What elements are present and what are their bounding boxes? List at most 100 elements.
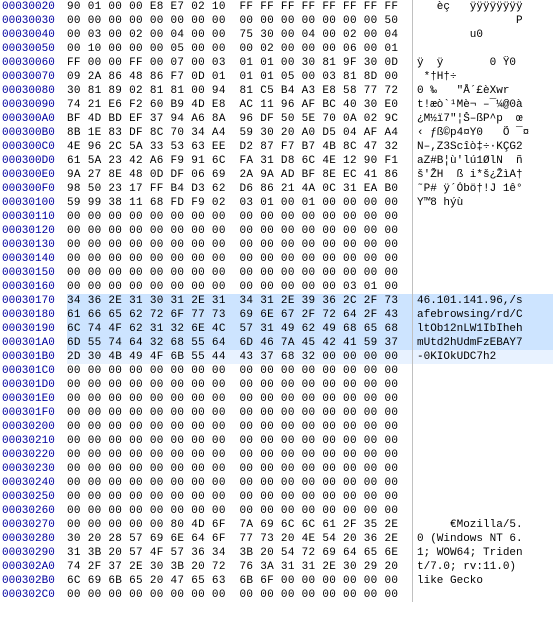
hex-cell[interactable]: 00 00 00 00 00 00 00 00 00 00 00 00 00 0… <box>67 434 412 448</box>
ascii-cell[interactable]: aZ#B¦ù'lú1ØlN ñ <box>412 154 553 168</box>
hex-row[interactable]: 0003011000 00 00 00 00 00 00 00 00 00 00… <box>0 210 553 224</box>
ascii-cell[interactable]: ‹ ƒß©p4¤Y0 Õ ¯¤ <box>412 126 553 140</box>
ascii-cell[interactable] <box>412 490 553 504</box>
hex-cell[interactable]: 00 00 00 00 00 00 00 00 00 00 00 00 00 0… <box>67 14 412 28</box>
ascii-cell[interactable] <box>412 238 553 252</box>
ascii-cell[interactable]: *†H†÷ <box>412 70 553 84</box>
hex-cell[interactable]: 74 2F 37 2E 30 3B 20 72 76 3A 31 31 2E 3… <box>67 560 412 574</box>
hex-row[interactable]: 0003026000 00 00 00 00 00 00 00 00 00 00… <box>0 504 553 518</box>
hex-row[interactable]: 0003016000 00 00 00 00 00 00 00 00 00 00… <box>0 280 553 294</box>
hex-cell[interactable]: 59 99 38 11 68 FD F9 02 03 01 00 01 00 0… <box>67 196 412 210</box>
hex-row[interactable]: 0003029031 3B 20 57 4F 57 36 34 3B 20 54… <box>0 546 553 560</box>
ascii-cell[interactable]: t!æò`¹Mè¬ –¯¼@0à <box>412 98 553 112</box>
hex-row[interactable]: 0003007009 2A 86 48 86 F7 0D 01 01 01 05… <box>0 70 553 84</box>
ascii-cell[interactable] <box>412 406 553 420</box>
ascii-cell[interactable]: ÿ ÿ 0 Ÿ0 <box>412 56 553 70</box>
hex-row[interactable]: 000300C04E 96 2C 5A 33 53 63 EE D2 87 F7… <box>0 140 553 154</box>
ascii-cell[interactable] <box>412 420 553 434</box>
hex-cell[interactable]: 00 03 00 02 00 04 00 00 75 30 00 04 00 0… <box>67 28 412 42</box>
hex-cell[interactable]: 00 00 00 00 00 00 00 00 00 00 00 00 00 0… <box>67 490 412 504</box>
ascii-cell[interactable]: èç ÿÿÿÿÿÿÿÿ <box>412 0 553 14</box>
hex-row[interactable]: 000301C000 00 00 00 00 00 00 00 00 00 00… <box>0 364 553 378</box>
hex-cell[interactable]: 00 00 00 00 00 00 00 00 00 00 00 00 00 0… <box>67 462 412 476</box>
hex-cell[interactable]: 74 21 E6 F2 60 B9 4D E8 AC 11 96 AF BC 4… <box>67 98 412 112</box>
ascii-cell[interactable]: €Mozilla/5. <box>412 518 553 532</box>
hex-row[interactable]: 000300F098 50 23 17 FF B4 D3 62 D6 86 21… <box>0 182 553 196</box>
hex-row[interactable]: 000302C000 00 00 00 00 00 00 00 00 00 00… <box>0 588 553 602</box>
hex-cell[interactable]: BF 4D BD EF 37 94 A6 8A 96 DF 50 5E 70 0… <box>67 112 412 126</box>
ascii-cell[interactable] <box>412 448 553 462</box>
hex-cell[interactable]: 00 00 00 00 00 00 00 00 00 00 00 00 00 0… <box>67 476 412 490</box>
hex-cell[interactable]: 00 00 00 00 00 00 00 00 00 00 00 00 00 0… <box>67 252 412 266</box>
ascii-cell[interactable]: ¿M½ï7"¦Š–ßP^p œ <box>412 112 553 126</box>
hex-row[interactable]: 0003008030 81 89 02 81 81 00 94 81 C5 B4… <box>0 84 553 98</box>
hex-cell[interactable]: 6D 55 74 64 32 68 55 64 6D 46 7A 45 42 4… <box>67 336 412 350</box>
hex-row[interactable]: 000302A074 2F 37 2E 30 3B 20 72 76 3A 31… <box>0 560 553 574</box>
hex-cell[interactable]: 61 5A 23 42 A6 F9 91 6C FA 31 D8 6C 4E 1… <box>67 154 412 168</box>
hex-cell[interactable]: 9A 27 8E 48 0D DF 06 69 2A 9A AD BF 8E E… <box>67 168 412 182</box>
hex-row[interactable]: 0003014000 00 00 00 00 00 00 00 00 00 00… <box>0 252 553 266</box>
hex-row[interactable]: 000300E09A 27 8E 48 0D DF 06 69 2A 9A AD… <box>0 168 553 182</box>
hex-cell[interactable]: 00 00 00 00 00 00 00 00 00 00 00 00 00 0… <box>67 210 412 224</box>
ascii-cell[interactable] <box>412 392 553 406</box>
hex-cell[interactable]: 90 01 00 00 E8 E7 02 10 FF FF FF FF FF F… <box>67 0 412 14</box>
ascii-cell[interactable] <box>412 210 553 224</box>
hex-cell[interactable]: 00 00 00 00 00 00 00 00 00 00 00 00 00 0… <box>67 378 412 392</box>
hex-cell[interactable]: 6C 74 4F 62 31 32 6E 4C 57 31 49 62 49 6… <box>67 322 412 336</box>
hex-cell[interactable]: 34 36 2E 31 30 31 2E 31 34 31 2E 39 36 2… <box>67 294 412 308</box>
hex-cell[interactable]: 00 00 00 00 00 00 00 00 00 00 00 00 00 0… <box>67 392 412 406</box>
hex-cell[interactable]: 30 20 28 57 69 6E 64 6F 77 73 20 4E 54 2… <box>67 532 412 546</box>
ascii-cell[interactable]: mUtd2hUdmFzEBAY7 <box>412 336 553 350</box>
ascii-cell[interactable] <box>412 224 553 238</box>
hex-row[interactable]: 0003018061 66 65 62 72 6F 77 73 69 6E 67… <box>0 308 553 322</box>
ascii-cell[interactable] <box>412 588 553 602</box>
hex-cell[interactable]: 00 00 00 00 00 00 00 00 00 00 00 00 00 0… <box>67 238 412 252</box>
hex-cell[interactable]: 00 00 00 00 00 00 00 00 00 00 00 00 00 0… <box>67 448 412 462</box>
hex-cell[interactable]: 8B 1E 83 DF 8C 70 34 A4 59 30 20 A0 D5 0… <box>67 126 412 140</box>
hex-row[interactable]: 0003022000 00 00 00 00 00 00 00 00 00 00… <box>0 448 553 462</box>
hex-cell[interactable]: 09 2A 86 48 86 F7 0D 01 01 01 05 00 03 8… <box>67 70 412 84</box>
ascii-cell[interactable]: N–,Z3Scîò‡÷·KÇG2 <box>412 140 553 154</box>
hex-row[interactable]: 000301A06D 55 74 64 32 68 55 64 6D 46 7A… <box>0 336 553 350</box>
hex-row[interactable]: 00030060FF 00 00 FF 00 07 00 03 01 01 00… <box>0 56 553 70</box>
ascii-cell[interactable] <box>412 280 553 294</box>
hex-row[interactable]: 000301E000 00 00 00 00 00 00 00 00 00 00… <box>0 392 553 406</box>
ascii-cell[interactable]: ˜P# ÿ´Óbö†!J 1ê° <box>412 182 553 196</box>
hex-cell[interactable]: 00 00 00 00 00 00 00 00 00 00 00 00 00 0… <box>67 364 412 378</box>
hex-row[interactable]: 0003028030 20 28 57 69 6E 64 6F 77 73 20… <box>0 532 553 546</box>
hex-row[interactable]: 000300B08B 1E 83 DF 8C 70 34 A4 59 30 20… <box>0 126 553 140</box>
hex-cell[interactable]: 00 00 00 00 00 00 00 00 00 00 00 00 00 0… <box>67 266 412 280</box>
hex-row[interactable]: 0003005000 10 00 00 00 05 00 00 00 02 00… <box>0 42 553 56</box>
hex-row[interactable]: 0003020000 00 00 00 00 00 00 00 00 00 00… <box>0 420 553 434</box>
hex-row[interactable]: 0003012000 00 00 00 00 00 00 00 00 00 00… <box>0 224 553 238</box>
ascii-cell[interactable] <box>412 504 553 518</box>
ascii-cell[interactable]: t/7.0; rv:11.0) <box>412 560 553 574</box>
ascii-cell[interactable]: Y™8 hýù <box>412 196 553 210</box>
ascii-cell[interactable]: 0 (Windows NT 6. <box>412 532 553 546</box>
hex-cell[interactable]: 00 00 00 00 00 80 4D 6F 7A 69 6C 6C 61 2… <box>67 518 412 532</box>
hex-row[interactable]: 0003021000 00 00 00 00 00 00 00 00 00 00… <box>0 434 553 448</box>
ascii-cell[interactable] <box>412 476 553 490</box>
hex-cell[interactable]: 31 3B 20 57 4F 57 36 34 3B 20 54 72 69 6… <box>67 546 412 560</box>
hex-row[interactable]: 000301F000 00 00 00 00 00 00 00 00 00 00… <box>0 406 553 420</box>
ascii-cell[interactable]: -0KIOkUDC7h2 <box>412 350 553 364</box>
ascii-cell[interactable]: like Gecko <box>412 574 553 588</box>
ascii-cell[interactable]: 46.101.141.96,/s <box>412 294 553 308</box>
ascii-cell[interactable] <box>412 364 553 378</box>
ascii-cell[interactable] <box>412 42 553 56</box>
hex-cell[interactable]: 61 66 65 62 72 6F 77 73 69 6E 67 2F 72 6… <box>67 308 412 322</box>
hex-row[interactable]: 0003027000 00 00 00 00 80 4D 6F 7A 69 6C… <box>0 518 553 532</box>
hex-row[interactable]: 0003010059 99 38 11 68 FD F9 02 03 01 00… <box>0 196 553 210</box>
hex-row[interactable]: 0003009074 21 E6 F2 60 B9 4D E8 AC 11 96… <box>0 98 553 112</box>
ascii-cell[interactable] <box>412 266 553 280</box>
hex-cell[interactable]: FF 00 00 FF 00 07 00 03 01 01 00 30 81 9… <box>67 56 412 70</box>
hex-cell[interactable]: 00 00 00 00 00 00 00 00 00 00 00 00 00 0… <box>67 588 412 602</box>
hex-row[interactable]: 000301D000 00 00 00 00 00 00 00 00 00 00… <box>0 378 553 392</box>
ascii-cell[interactable] <box>412 462 553 476</box>
ascii-cell[interactable]: P <box>412 14 553 28</box>
ascii-cell[interactable] <box>412 434 553 448</box>
hex-row[interactable]: 000301906C 74 4F 62 31 32 6E 4C 57 31 49… <box>0 322 553 336</box>
ascii-cell[interactable]: afebrowsing/rd/C <box>412 308 553 322</box>
hex-cell[interactable]: 2D 30 4B 49 4F 6B 55 44 43 37 68 32 00 0… <box>67 350 412 364</box>
hex-cell[interactable]: 00 00 00 00 00 00 00 00 00 00 00 00 00 0… <box>67 504 412 518</box>
